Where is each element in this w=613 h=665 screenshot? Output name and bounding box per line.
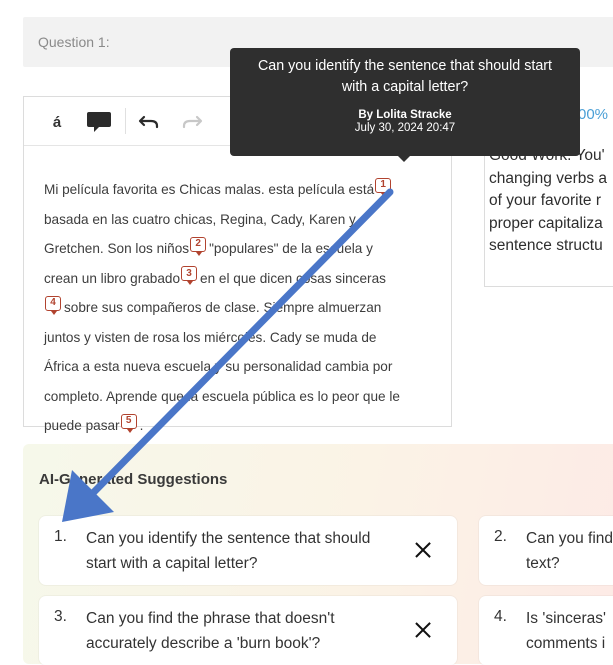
suggestion-text: Can you identify the sentence that shoul… bbox=[86, 526, 370, 576]
suggestion-number: 4. bbox=[494, 608, 507, 625]
essay-segment: Gretchen. Son los niños bbox=[44, 241, 190, 256]
suggestion-line: start with a capital letter? bbox=[86, 555, 258, 572]
essay-segment: Mi película favorita es Chicas malas. es… bbox=[44, 182, 375, 197]
suggestion-text: Can you find the phrase that doesn't acc… bbox=[86, 606, 335, 656]
comment-marker-1[interactable]: 1 bbox=[375, 177, 392, 197]
ai-suggestions-panel: AI-Generated Suggestions 1. Can you iden… bbox=[23, 444, 613, 665]
toolbar-divider bbox=[125, 108, 126, 134]
essay-segment: basada en las cuatro chicas, Regina, Cad… bbox=[44, 211, 356, 227]
feedback-line: sentence structu bbox=[489, 237, 603, 254]
score-percent: 00% bbox=[578, 106, 609, 123]
suggestion-line: Can you find bbox=[526, 530, 613, 547]
tooltip-question: Can you identify the sentence that shoul… bbox=[257, 58, 553, 95]
essay-segment: África a esta nueva escuela y su persona… bbox=[44, 359, 393, 374]
essay-segment: en el que dicen cosas sinceras bbox=[200, 270, 386, 286]
suggestion-line: Can you identify the sentence that shoul… bbox=[86, 530, 371, 547]
essay-segment: . bbox=[139, 418, 144, 433]
undo-icon[interactable] bbox=[136, 109, 162, 135]
accent-character-button[interactable]: á bbox=[44, 109, 70, 135]
comment-marker-4[interactable]: 4 bbox=[45, 295, 61, 315]
essay-segment: completo. Aprende que la escuela pública… bbox=[44, 388, 400, 404]
suggestion-card-2[interactable]: 2. Can you find text? bbox=[479, 516, 613, 585]
suggestion-card-3[interactable]: 3. Can you find the phrase that doesn't … bbox=[39, 596, 457, 665]
essay-text[interactable]: Mi película favorita es Chicas malas. es… bbox=[44, 175, 434, 441]
question-label: Question 1: bbox=[38, 34, 110, 50]
suggestion-number: 2. bbox=[494, 528, 507, 545]
close-icon[interactable] bbox=[413, 620, 433, 640]
feedback-text: Good Work. You' changing verbs a of your… bbox=[489, 145, 613, 258]
comment-marker-5[interactable]: 5 bbox=[120, 413, 137, 433]
tooltip-date: July 30, 2024 20:47 bbox=[354, 122, 456, 134]
suggestion-line: text? bbox=[526, 555, 560, 572]
suggestion-text: Can you find text? bbox=[526, 526, 613, 576]
suggestion-number: 1. bbox=[54, 528, 67, 545]
essay-segment: puede pasar bbox=[44, 418, 120, 433]
suggestion-card-4[interactable]: 4. Is 'sinceras' comments i bbox=[479, 596, 613, 665]
essay-segment: "populares" de la escuela y bbox=[209, 241, 373, 256]
feedback-line: proper capitaliza bbox=[489, 214, 603, 232]
comment-icon[interactable] bbox=[86, 109, 112, 135]
suggestion-text: Is 'sinceras' comments i bbox=[526, 606, 606, 656]
tooltip-author: By Lolita Stracke bbox=[358, 109, 452, 121]
redo-icon[interactable] bbox=[179, 109, 205, 135]
essay-segment: sobre sus compañeros de clase. Siempre a… bbox=[64, 300, 382, 315]
suggestion-line: Can you find the phrase that doesn't bbox=[86, 610, 335, 627]
feedback-line: of your favorite r bbox=[489, 192, 601, 209]
suggestion-number: 3. bbox=[54, 608, 67, 625]
comment-marker-2[interactable]: 2 bbox=[190, 236, 207, 256]
suggestion-card-1[interactable]: 1. Can you identify the sentence that sh… bbox=[39, 516, 457, 585]
comment-marker-3[interactable]: 3 bbox=[181, 266, 198, 285]
comment-tooltip: Can you identify the sentence that shoul… bbox=[230, 48, 580, 162]
close-icon[interactable] bbox=[413, 540, 433, 560]
suggestion-line: comments i bbox=[526, 635, 606, 652]
suggestions-title: AI-Generated Suggestions bbox=[39, 471, 228, 488]
essay-segment: crean un libro grabado bbox=[44, 270, 181, 286]
feedback-line: changing verbs a bbox=[489, 169, 608, 187]
suggestion-line: accurately describe a 'burn book'? bbox=[86, 635, 321, 652]
feedback-panel: Good Work. You' changing verbs a of your… bbox=[484, 137, 613, 287]
suggestion-line: Is 'sinceras' bbox=[526, 610, 606, 627]
essay-segment: juntos y visten de rosa los miércoles. C… bbox=[44, 329, 377, 345]
